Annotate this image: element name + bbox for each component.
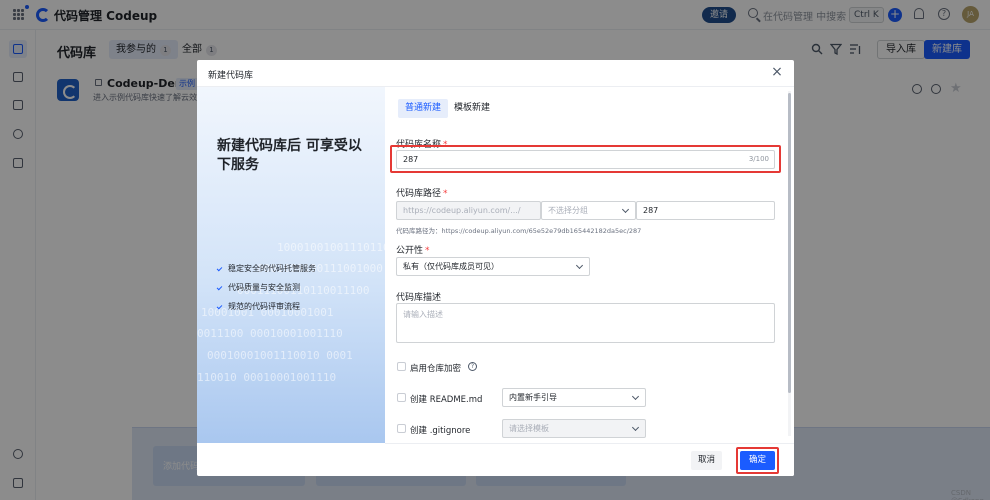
- scrollbar-thumb[interactable]: [788, 93, 791, 393]
- readme-label: 创建 README.md: [410, 395, 483, 405]
- encrypt-label: 启用仓库加密: [410, 364, 462, 374]
- repo-path-input[interactable]: 287: [636, 201, 775, 220]
- gitignore-template-select: 请选择模板: [502, 419, 646, 438]
- chevron-down-icon: [631, 392, 640, 401]
- description-textarea[interactable]: 请输入描述: [396, 303, 775, 343]
- new-repo-dialog: 新建代码库 × 新建代码库后 可享受以下服务 10001001001110110…: [197, 60, 794, 476]
- feature-label: 稳定安全的代码托管服务: [228, 264, 316, 273]
- feature-item: 代码质量与安全监测: [216, 282, 300, 293]
- feature-label: 规范的代码评审流程: [228, 302, 300, 311]
- readme-checkbox[interactable]: [397, 393, 406, 402]
- dialog-header: 新建代码库 ×: [197, 60, 794, 87]
- feature-item: 规范的代码评审流程: [216, 301, 300, 312]
- promo-panel: 新建代码库后 可享受以下服务 10001001001110110 0001000…: [197, 87, 385, 443]
- repo-path-prefix: https://codeup.aliyun.com/.../: [396, 201, 541, 220]
- check-icon: [216, 303, 223, 310]
- highlight-box: [390, 145, 781, 173]
- close-icon[interactable]: ×: [771, 65, 783, 79]
- gitignore-checkbox[interactable]: [397, 424, 406, 433]
- dialog-title: 新建代码库: [208, 71, 254, 81]
- visibility-select[interactable]: 私有（仅代码库成员可见）: [396, 257, 590, 276]
- check-icon: [216, 284, 223, 291]
- highlight-box: [736, 447, 779, 474]
- encrypt-checkbox[interactable]: [397, 362, 406, 371]
- chevron-down-icon: [631, 423, 640, 432]
- group-select[interactable]: 不选择分组: [541, 201, 636, 220]
- new-repo-form: 普通新建 模板新建 代码库名称 * 287 3/100 代码库路径 * https:…: [385, 87, 794, 443]
- help-icon[interactable]: ?: [468, 362, 477, 371]
- tab-normal-create[interactable]: 普通新建: [398, 99, 449, 118]
- gitignore-label: 创建 .gitignore: [410, 426, 471, 436]
- repo-path-hint: 代码库路径为：https://codeup.aliyun.com/65e52e7…: [396, 227, 642, 235]
- cancel-button[interactable]: 取消: [691, 451, 723, 470]
- binary-decoration: 110010 00010001001110: [197, 371, 337, 384]
- feature-label: 代码质量与安全监测: [228, 283, 300, 292]
- check-icon: [216, 265, 223, 272]
- tab-template-create[interactable]: 模板新建: [447, 99, 497, 118]
- feature-item: 稳定安全的代码托管服务: [216, 263, 316, 274]
- dialog-footer: 取消 确定: [385, 443, 794, 476]
- description-label: 代码库描述: [396, 293, 442, 303]
- binary-decoration: 0011100 00010001001110: [197, 327, 343, 340]
- chevron-down-icon: [621, 205, 630, 214]
- readme-template-select[interactable]: 内置新手引导: [502, 388, 646, 407]
- chevron-down-icon: [575, 261, 584, 270]
- binary-decoration: 00010001001110010 0001: [207, 349, 353, 362]
- promo-title: 新建代码库后 可享受以下服务: [217, 138, 362, 173]
- repo-path-label: 代码库路径 *: [396, 189, 448, 199]
- binary-decoration: 10001001001110110: [277, 241, 385, 254]
- visibility-label: 公开性 *: [396, 246, 430, 256]
